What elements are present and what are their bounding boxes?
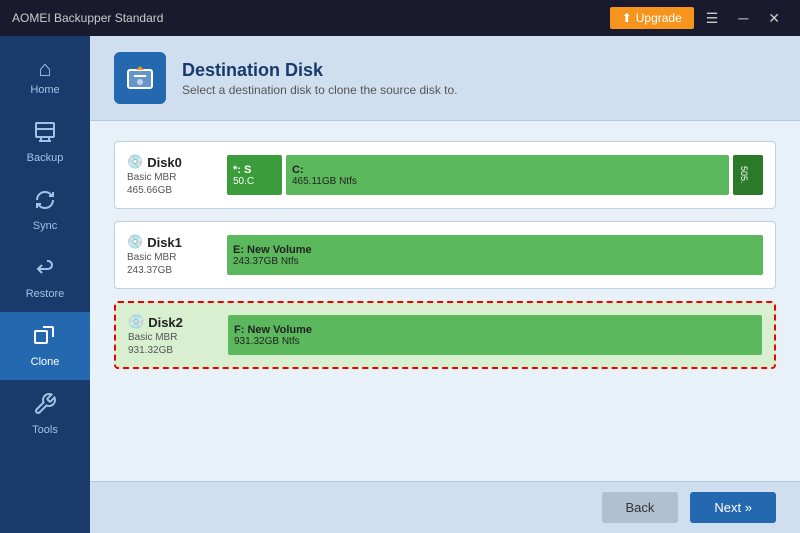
disk1-name: 💿 Disk1 [127,234,227,250]
main-layout: ⌂ Home Backup [0,36,800,533]
disk2-type: Basic MBR [128,332,228,343]
home-icon: ⌂ [38,58,51,80]
upgrade-icon: ⬆ [622,11,632,25]
sidebar-label-clone: Clone [31,356,60,368]
disk0-partition-c: C: 465.11GB Ntfs [286,155,729,195]
backup-icon [33,120,57,148]
footer: Back Next » [90,481,800,533]
disk1-partition-e: E: New Volume 243.37GB Ntfs [227,235,763,275]
upgrade-button[interactable]: ⬆ Upgrade [610,7,694,29]
disk1-drive-icon: 💿 [127,234,143,250]
disk1-info: 💿 Disk1 Basic MBR 243.37GB [127,234,227,276]
sidebar-label-restore: Restore [26,288,65,300]
content-area: Destination Disk Select a destination di… [90,36,800,533]
page-subtitle: Select a destination disk to clone the s… [182,83,458,97]
content-header: Destination Disk Select a destination di… [90,36,800,121]
sidebar-label-sync: Sync [33,220,57,232]
disk0-partition-system: *: S 50.C [227,155,282,195]
next-button[interactable]: Next » [690,492,776,523]
disk1-type: Basic MBR [127,252,227,263]
back-button[interactable]: Back [602,492,679,523]
disk0-partitions: *: S 50.C C: 465.11GB Ntfs 505. [227,155,763,195]
disk2-partitions: F: New Volume 931.32GB Ntfs [228,315,762,355]
sidebar-label-tools: Tools [32,424,58,436]
disk-drive-icon: 💿 [127,154,143,170]
disk2-partition-f: F: New Volume 931.32GB Ntfs [228,315,762,355]
disk1-size: 243.37GB [127,265,227,276]
disk-item-disk2[interactable]: 💿 Disk2 Basic MBR 931.32GB F: New Volume… [114,301,776,369]
sidebar-label-backup: Backup [27,152,64,164]
disk2-drive-icon: 💿 [128,314,144,330]
sidebar-item-home[interactable]: ⌂ Home [0,46,90,108]
sidebar-item-sync[interactable]: Sync [0,176,90,244]
disk-item-disk0[interactable]: 💿 Disk0 Basic MBR 465.66GB *: S 50.C C: … [114,141,776,209]
sync-icon [33,188,57,216]
disk0-info: 💿 Disk0 Basic MBR 465.66GB [127,154,227,196]
disk0-name: 💿 Disk0 [127,154,227,170]
close-button[interactable]: ✕ [760,7,788,29]
disk0-size: 465.66GB [127,185,227,196]
disk2-size: 931.32GB [128,345,228,356]
app-title: AOMEI Backupper Standard [12,11,163,25]
disk0-partition-end: 505. [733,155,763,195]
sidebar: ⌂ Home Backup [0,36,90,533]
title-bar-right: ⬆ Upgrade ☰ ─ ✕ [610,7,788,29]
title-bar: AOMEI Backupper Standard ⬆ Upgrade ☰ ─ ✕ [0,0,800,36]
minimize-button[interactable]: ─ [730,7,756,29]
page-title: Destination Disk [182,60,458,81]
sidebar-item-backup[interactable]: Backup [0,108,90,176]
disk2-name: 💿 Disk2 [128,314,228,330]
tools-icon [33,392,57,420]
restore-icon [33,256,57,284]
sidebar-item-restore[interactable]: Restore [0,244,90,312]
menu-button[interactable]: ☰ [698,7,727,29]
sidebar-item-tools[interactable]: Tools [0,380,90,448]
header-text: Destination Disk Select a destination di… [182,60,458,97]
disk2-info: 💿 Disk2 Basic MBR 931.32GB [128,314,228,356]
title-bar-left: AOMEI Backupper Standard [12,11,163,25]
sidebar-item-clone[interactable]: Clone [0,312,90,380]
sidebar-label-home: Home [30,84,59,96]
clone-icon [33,324,57,352]
destination-disk-icon [114,52,166,104]
disk-list: 💿 Disk0 Basic MBR 465.66GB *: S 50.C C: … [90,121,800,481]
disk0-type: Basic MBR [127,172,227,183]
disk1-partitions: E: New Volume 243.37GB Ntfs [227,235,763,275]
disk-item-disk1[interactable]: 💿 Disk1 Basic MBR 243.37GB E: New Volume… [114,221,776,289]
